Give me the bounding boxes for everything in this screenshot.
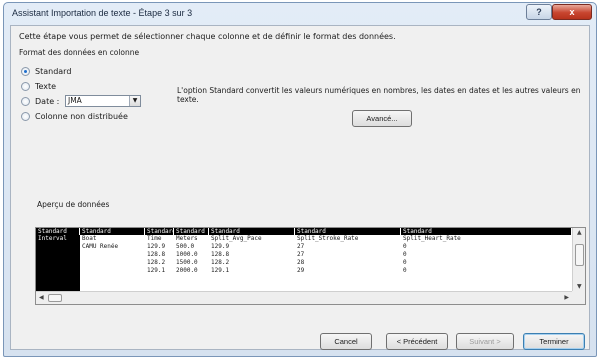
column-header[interactable]: Standard <box>36 228 80 235</box>
column-format-legend: Format des données en colonne <box>19 48 140 57</box>
date-format-select[interactable]: JMA ▼ <box>65 95 141 107</box>
preview-cell: 129.1 <box>147 267 166 274</box>
preview-cell <box>38 251 80 259</box>
radio-standard-label: Standard <box>35 66 72 76</box>
preview-cell: 128.8 <box>211 251 230 258</box>
chevron-down-icon[interactable]: ▼ <box>129 96 140 106</box>
window-title: Assistant Importation de texte - Étape 3… <box>12 8 193 18</box>
column-header[interactable]: Standard <box>80 228 145 235</box>
radio-date-label: Date : <box>35 96 60 106</box>
radio-standard[interactable]: Standard <box>21 65 71 77</box>
data-preview: Standard Interval Standard Boat CAMU Ren… <box>35 227 586 305</box>
preview-cell: 500.0 <box>176 243 195 250</box>
help-icon: ? <box>536 7 542 17</box>
preview-cell: 128.2 <box>211 259 230 266</box>
preview-column-5[interactable]: Standard Split_Avg_Pace 129.9 128.8 128.… <box>209 228 295 291</box>
preview-cell: 27 <box>297 243 305 250</box>
preview-cell: Split_Heart_Rate <box>403 235 461 242</box>
radio-skip-column-label: Colonne non distribuée <box>35 111 128 121</box>
column-header[interactable]: Standard <box>145 228 174 235</box>
radio-text-indicator[interactable] <box>21 81 30 91</box>
column-header[interactable]: Standard <box>401 228 572 235</box>
preview-cell: 29 <box>297 267 305 274</box>
scroll-left-icon[interactable]: ◀ <box>39 294 44 301</box>
column-format-group: Format des données en colonne Standard T… <box>19 48 169 158</box>
preview-cell: Split_Avg_Pace <box>211 235 262 242</box>
radio-standard-indicator[interactable] <box>21 66 30 76</box>
preview-cell: Boat <box>82 235 97 242</box>
preview-cell: 129.1 <box>211 267 230 274</box>
scroll-down-icon[interactable]: ▼ <box>577 283 582 290</box>
preview-cell: 129.9 <box>211 243 230 250</box>
radio-text-label: Texte <box>35 81 57 91</box>
title-bar[interactable]: Assistant Importation de texte - Étape 3… <box>4 3 596 25</box>
preview-cell: 0 <box>403 251 407 258</box>
preview-cell: 1000.0 <box>176 251 198 258</box>
preview-cell: 28 <box>297 259 305 266</box>
radio-date-indicator[interactable] <box>21 96 30 106</box>
preview-column-7[interactable]: Standard Split_Heart_Rate 0 0 0 0 <box>401 228 572 291</box>
preview-cell: 128.2 <box>147 259 166 266</box>
preview-cell: Time <box>147 235 162 242</box>
vertical-scroll-thumb[interactable] <box>575 244 584 266</box>
scroll-right-icon[interactable]: ▶ <box>564 294 569 301</box>
preview-column-6[interactable]: Standard Split_Stroke_Rate 27 27 28 29 <box>295 228 401 291</box>
next-button[interactable]: Suivant > <box>456 333 514 350</box>
format-description: L'option Standard convertit les valeurs … <box>177 86 581 104</box>
column-header[interactable]: Standard <box>295 228 401 235</box>
preview-cell <box>82 267 145 275</box>
preview-cell: Meters <box>176 235 198 242</box>
preview-cell: 0 <box>403 267 407 274</box>
date-format-value: JMA <box>68 96 82 105</box>
column-header[interactable]: Standard <box>174 228 209 235</box>
preview-columns: Standard Interval Standard Boat CAMU Ren… <box>36 228 572 291</box>
text-import-wizard-dialog: Assistant Importation de texte - Étape 3… <box>3 2 597 357</box>
preview-cell <box>38 243 80 251</box>
horizontal-scroll-thumb[interactable] <box>48 294 62 302</box>
preview-cell <box>38 259 80 267</box>
preview-column-3[interactable]: Standard Time 129.9 128.8 128.2 129.1 <box>145 228 174 291</box>
preview-cell: 128.8 <box>147 251 166 258</box>
preview-cell: 27 <box>297 251 305 258</box>
preview-cell: CAMU Renée <box>82 243 119 250</box>
radio-skip-column[interactable]: Colonne non distribuée <box>21 110 128 122</box>
preview-column-1[interactable]: Standard Interval <box>36 228 80 291</box>
preview-cell: 129.9 <box>147 243 166 250</box>
preview-cell <box>82 259 145 267</box>
preview-cell <box>38 267 80 275</box>
close-button[interactable]: x <box>552 4 592 20</box>
help-button[interactable]: ? <box>526 4 552 20</box>
preview-cell: 0 <box>403 259 407 266</box>
advanced-button[interactable]: Avancé... <box>352 110 412 127</box>
horizontal-scrollbar[interactable]: ◀ ▶ <box>36 291 572 304</box>
preview-column-2[interactable]: Standard Boat CAMU Renée <box>80 228 145 291</box>
preview-cell: 0 <box>403 243 407 250</box>
radio-text[interactable]: Texte <box>21 80 56 92</box>
intro-text: Cette étape vous permet de sélectionner … <box>19 32 396 41</box>
scroll-up-icon[interactable]: ▲ <box>577 229 582 236</box>
preview-cell: 2000.0 <box>176 267 198 274</box>
preview-cell: 1500.0 <box>176 259 198 266</box>
preview-label: Aperçu de données <box>37 200 110 209</box>
preview-column-4[interactable]: Standard Meters 500.0 1000.0 1500.0 2000… <box>174 228 209 291</box>
previous-button[interactable]: < Précédent <box>386 333 448 350</box>
preview-cell <box>82 251 145 259</box>
column-header[interactable]: Standard <box>209 228 295 235</box>
close-icon: x <box>569 7 575 17</box>
cancel-button[interactable]: Cancel <box>320 333 372 350</box>
radio-date[interactable]: Date : JMA ▼ <box>21 95 161 107</box>
preview-cell: Interval <box>38 235 67 242</box>
vertical-scrollbar[interactable]: ▲ ▼ <box>572 228 585 291</box>
scrollbar-corner <box>572 291 585 304</box>
dialog-content: Cette étape vous permet de sélectionner … <box>10 25 590 350</box>
finish-button[interactable]: Terminer <box>523 333 585 350</box>
radio-skip-column-indicator[interactable] <box>21 111 30 121</box>
preview-cell: Split_Stroke_Rate <box>297 235 359 242</box>
